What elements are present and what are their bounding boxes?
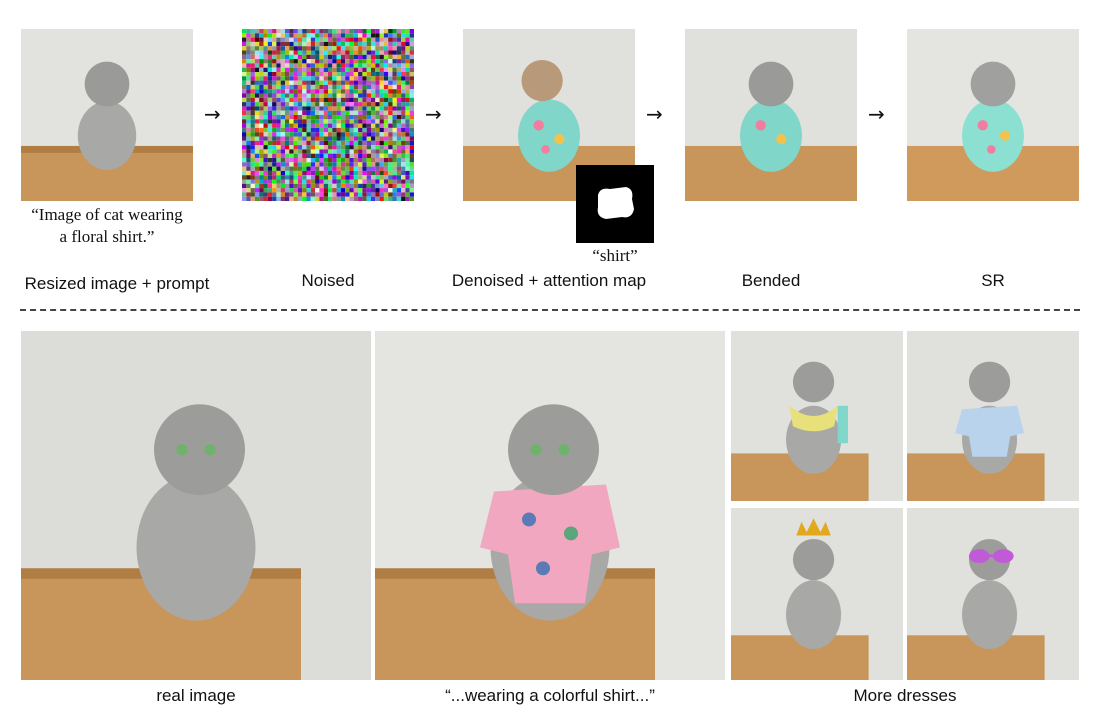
dress-crown-image <box>731 508 903 680</box>
caption-noised: Noised <box>301 271 355 290</box>
caption-edited: “...wearing a colorful shirt...” <box>445 686 655 705</box>
edited-cat-image <box>375 331 725 680</box>
blended-cat-image <box>685 29 857 201</box>
caption-more: More dresses <box>853 686 957 705</box>
arrow-icon: → <box>646 102 663 126</box>
noised-image <box>242 29 414 201</box>
caption-blended: Bended <box>741 271 801 290</box>
caption-sr: SR <box>981 271 1005 290</box>
sr-cat-image <box>907 29 1079 201</box>
arrow-icon: → <box>425 102 442 126</box>
dress-glasses-image <box>907 508 1079 680</box>
caption-real: real image <box>156 686 236 705</box>
resized-cat-image <box>21 29 193 201</box>
real-cat-image <box>21 331 371 680</box>
arrow-icon: → <box>868 102 885 126</box>
arrow-icon: → <box>204 102 221 126</box>
prompt-text-line1: “Image of cat wearing <box>31 205 183 224</box>
dress-blue-shirt-image <box>907 331 1079 501</box>
prompt-text-line2: a floral shirt.” <box>59 227 155 246</box>
caption-denoised: Denoised + attention map <box>451 271 647 290</box>
caption-resized: Resized image + prompt <box>24 274 210 293</box>
dress-scarf-image <box>731 331 903 501</box>
attention-map <box>576 165 654 243</box>
section-divider <box>20 309 1080 311</box>
mask-token-label: “shirt” <box>592 246 638 265</box>
